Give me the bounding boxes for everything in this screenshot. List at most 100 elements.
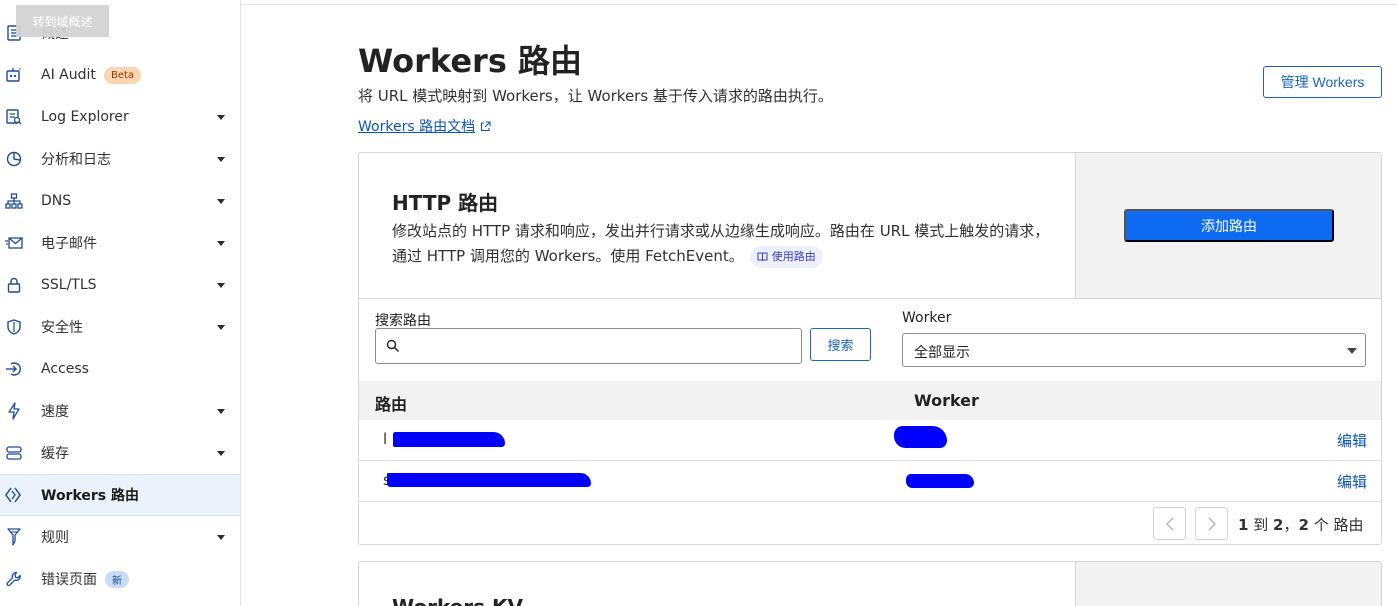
column-header-route: 路由	[375, 395, 408, 414]
tooltip: 转到域概述	[16, 5, 109, 37]
redaction-mark	[906, 474, 974, 488]
sidebar-item-log-explorer[interactable]: Log Explorer	[0, 96, 240, 138]
robot-icon	[5, 66, 23, 84]
search-label: 搜索路由	[375, 313, 431, 329]
sidebar-item-label: AI Audit	[41, 67, 96, 83]
database-icon	[5, 444, 23, 462]
route-cell: l	[383, 430, 388, 448]
sidebar-item-access[interactable]: Access	[0, 348, 240, 390]
network-icon	[5, 192, 23, 210]
pagination-summary: 1 到 2，2 个 路由	[1238, 516, 1364, 534]
card-title: Workers KV	[392, 595, 523, 606]
redaction-mark	[393, 432, 505, 447]
sidebar-item-dns[interactable]: DNS	[0, 180, 240, 222]
edit-link[interactable]: 编辑	[1337, 430, 1367, 451]
prev-page-button[interactable]	[1153, 507, 1186, 540]
email-icon	[5, 234, 23, 252]
http-routes-card: HTTP 路由 修改站点的 HTTP 请求和响应，发出并行请求或从边缘生成响应。…	[358, 152, 1382, 545]
chevron-down-icon	[217, 240, 225, 246]
table-row: l 编辑	[359, 420, 1381, 461]
chevron-down-icon	[217, 408, 225, 414]
sidebar-item-label: 缓存	[41, 446, 69, 462]
book-icon	[757, 252, 768, 261]
page-subtitle: 将 URL 模式映射到 Workers，让 Workers 基于传入请求的路由执…	[358, 87, 833, 105]
next-page-button[interactable]	[1195, 507, 1228, 540]
docs-link-label: Workers 路由文档	[358, 119, 476, 135]
sidebar-item-workers-routes[interactable]: Workers 路由	[0, 474, 240, 516]
sidebar-item-label: DNS	[41, 193, 72, 209]
sidebar-item-ai-audit[interactable]: AI Audit Beta	[0, 54, 240, 96]
search-icon	[386, 339, 400, 353]
worker-filter-label: Worker	[902, 310, 952, 326]
sidebar-item-ssl-tls[interactable]: SSL/TLS	[0, 264, 240, 306]
wrench-icon	[5, 570, 23, 588]
sidebar-item-label: 分析和日志	[41, 152, 111, 168]
chevron-down-icon	[217, 534, 225, 540]
rules-icon	[5, 528, 23, 546]
manage-workers-button[interactable]: 管理 Workers	[1263, 66, 1382, 98]
workers-icon	[5, 486, 23, 504]
card-description: 修改站点的 HTTP 请求和响应，发出并行请求或从边缘生成响应。路由在 URL …	[392, 219, 1057, 269]
worker-select-value: 全部显示	[914, 345, 970, 361]
sidebar-item-email[interactable]: 电子邮件	[0, 222, 240, 264]
search-button[interactable]: 搜索	[810, 328, 871, 361]
chevron-down-icon	[217, 114, 225, 120]
search-field[interactable]	[375, 328, 802, 364]
sidebar-item-cache[interactable]: 缓存	[0, 432, 240, 474]
new-badge: 新	[105, 570, 129, 588]
chevron-down-icon	[217, 324, 225, 330]
shield-icon	[5, 318, 23, 336]
use-route-label: 使用路由	[771, 250, 816, 263]
chevron-down-icon	[1347, 348, 1357, 354]
bolt-icon	[5, 402, 23, 420]
sidebar-item-error-pages[interactable]: 错误页面 新	[0, 558, 240, 600]
sidebar-item-label: SSL/TLS	[41, 277, 97, 293]
sidebar-item-label: 电子邮件	[41, 236, 97, 252]
edit-link[interactable]: 编辑	[1337, 471, 1367, 492]
search-input[interactable]	[406, 335, 786, 357]
worker-select[interactable]: 全部显示	[902, 333, 1366, 367]
beta-badge: Beta	[104, 66, 142, 84]
sidebar-item-label: Log Explorer	[41, 109, 129, 125]
sidebar-item-speed[interactable]: 速度	[0, 390, 240, 432]
chevron-down-icon	[217, 282, 225, 288]
sidebar-item-label: 安全性	[41, 320, 83, 336]
redaction-mark	[894, 426, 947, 448]
chevron-down-icon	[217, 450, 225, 456]
sidebar-item-label: 错误页面	[41, 572, 97, 588]
sidebar-item-analytics[interactable]: 分析和日志	[0, 138, 240, 180]
add-route-button[interactable]: 添加路由	[1124, 209, 1334, 242]
pagination-from: 1	[1238, 516, 1249, 534]
pagination-unit: 个 路由	[1313, 516, 1364, 534]
pagination-to: 2	[1273, 516, 1284, 534]
chevron-down-icon	[217, 198, 225, 204]
chevron-down-icon	[217, 156, 225, 162]
redaction-mark	[387, 473, 591, 487]
table-header: 路由 Worker	[359, 381, 1381, 420]
lock-icon	[5, 276, 23, 294]
page-title: Workers 路由	[358, 42, 583, 80]
sidebar-item-rules[interactable]: 规则	[0, 516, 240, 558]
card-action-panel	[1075, 562, 1381, 606]
pagination-to-word: 到	[1253, 516, 1269, 534]
sidebar-item-label: Access	[41, 361, 89, 377]
sidebar-item-label: Workers 路由	[41, 488, 140, 504]
docs-link[interactable]: Workers 路由文档	[358, 116, 491, 136]
card-title: HTTP 路由	[392, 191, 499, 215]
sidebar-item-label: 规则	[41, 530, 69, 546]
table-row: s 编辑	[359, 461, 1381, 502]
chart-pie-icon	[5, 150, 23, 168]
column-header-worker: Worker	[914, 391, 979, 410]
use-route-chip[interactable]: 使用路由	[749, 245, 823, 268]
chevron-left-icon	[1165, 517, 1173, 530]
chevron-right-icon	[1208, 517, 1216, 530]
workers-kv-card: Workers KV	[358, 561, 1382, 606]
pagination-total: 2	[1298, 516, 1309, 534]
sidebar-item-label: 速度	[41, 404, 69, 420]
sidebar-item-security[interactable]: 安全性	[0, 306, 240, 348]
external-link-icon	[481, 120, 491, 131]
log-explorer-icon	[5, 108, 23, 126]
description-text: 修改站点的 HTTP 请求和响应，发出并行请求或从边缘生成响应。路由在 URL …	[392, 222, 1050, 265]
card-action-panel: 添加路由	[1075, 153, 1381, 298]
sidebar: 概述 AI Audit Beta Log Explorer 分析和日志 DNS …	[0, 0, 241, 606]
